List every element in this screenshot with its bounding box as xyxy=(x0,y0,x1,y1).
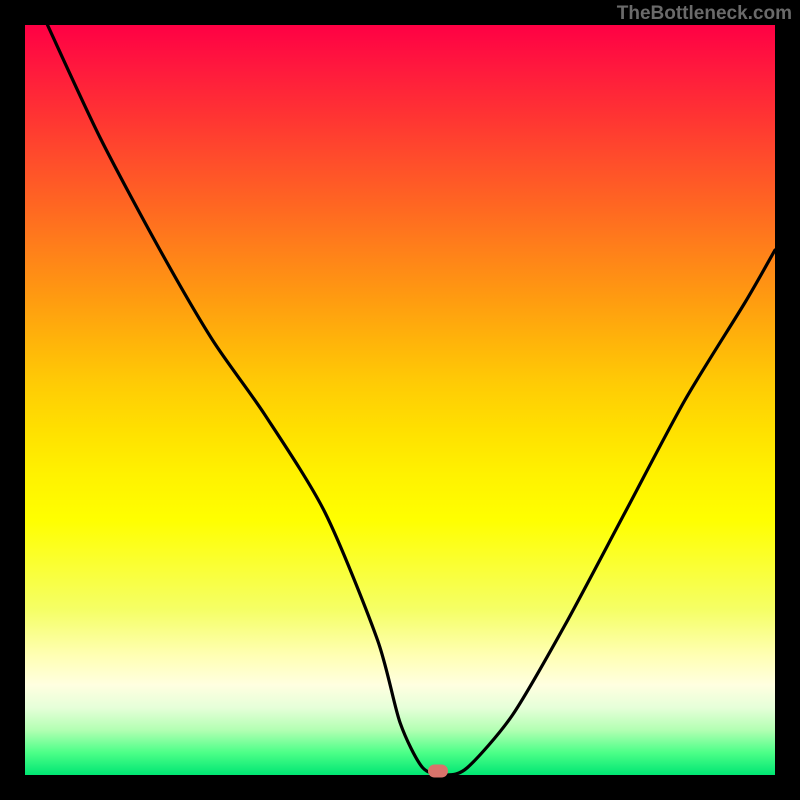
curve-svg xyxy=(25,25,775,775)
chart-container: TheBottleneck.com xyxy=(0,0,800,800)
plot-area xyxy=(25,25,775,775)
bottleneck-curve xyxy=(48,25,776,775)
optimum-marker xyxy=(428,765,448,778)
watermark-text: TheBottleneck.com xyxy=(617,3,792,25)
